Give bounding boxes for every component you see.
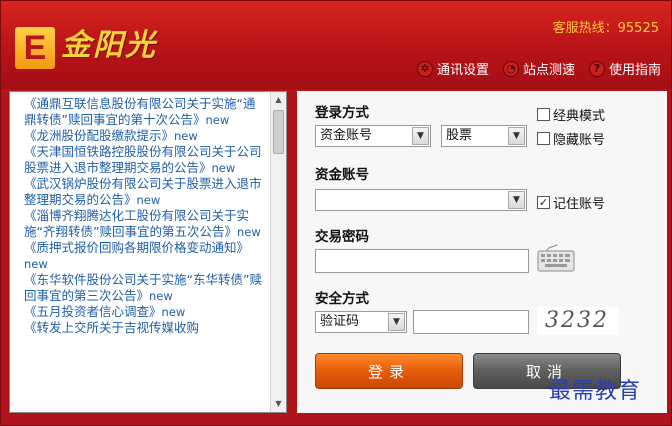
checkbox-icon <box>537 132 550 145</box>
login-method-select[interactable]: 资金账号 ▼ <box>315 125 431 147</box>
header-bar: E 金阳光 客服热线：95525 ✲ 通讯设置 ◔ 站点测速 ? 使用指南 <box>1 1 671 89</box>
chevron-down-icon: ▼ <box>508 191 525 209</box>
market-select[interactable]: 股票 ▼ <box>441 125 527 147</box>
gear-icon: ✲ <box>416 60 433 77</box>
login-button[interactable]: 登录 <box>315 353 463 389</box>
news-scrollbar[interactable]: ▲ ▼ <box>270 92 286 412</box>
login-window: E 金阳光 客服热线：95525 ✲ 通讯设置 ◔ 站点测速 ? 使用指南 《通… <box>0 0 672 426</box>
login-method-label: 登录方式 <box>315 105 369 121</box>
comm-settings-label: 通讯设置 <box>436 63 489 78</box>
security-label: 安全方式 <box>315 291 369 307</box>
user-guide-link[interactable]: ? 使用指南 <box>588 59 661 78</box>
chevron-down-icon: ▼ <box>508 127 525 145</box>
keyboard-icon[interactable] <box>537 243 575 273</box>
logo-icon: E <box>15 27 55 69</box>
speed-icon: ◔ <box>502 60 519 77</box>
news-item[interactable]: 《五月投资者信心调查》new <box>24 304 266 320</box>
chevron-down-icon: ▼ <box>388 313 405 331</box>
news-panel: 《通鼎互联信息股份有限公司关于实施“通鼎转债”赎回事宜的第十次公告》new 《龙… <box>9 91 287 413</box>
scroll-down-icon[interactable]: ▼ <box>271 396 286 412</box>
news-item[interactable]: 《龙洲股份配股缴款提示》new <box>24 128 266 144</box>
news-item[interactable]: 《东华软件股份公司关于实施“东华转债”赎回事宜的第三次公告》new <box>24 272 266 304</box>
speed-test-link[interactable]: ◔ 站点测速 <box>502 59 575 78</box>
password-label: 交易密码 <box>315 229 369 245</box>
news-list: 《通鼎互联信息股份有限公司关于实施“通鼎转债”赎回事宜的第十次公告》new 《龙… <box>10 96 272 412</box>
captcha-image[interactable]: 3232 <box>537 307 619 335</box>
user-guide-label: 使用指南 <box>608 63 661 78</box>
scroll-thumb[interactable] <box>273 110 284 154</box>
login-panel: 登录方式 资金账号 ▼ 股票 ▼ 经典模式 隐藏账号 资金账号 ▼ ✓ 记住账号… <box>297 91 667 413</box>
remember-account-checkbox[interactable]: ✓ 记住账号 <box>537 193 605 212</box>
security-select[interactable]: 验证码 ▼ <box>315 311 407 333</box>
news-item[interactable]: 《武汉锅炉股份有限公司关于股票进入退市整理期交易的公告》new <box>24 176 266 208</box>
news-item[interactable]: 《天津国恒铁路控股股份有限公司关于公司股票进入退市整理期交易的公告》new <box>24 144 266 176</box>
chevron-down-icon: ▼ <box>412 127 429 145</box>
speed-test-label: 站点测速 <box>522 63 575 78</box>
brand-name: 金阳光 <box>61 28 157 63</box>
news-item[interactable]: 《转发上交所关于吉视传媒收购 <box>24 320 266 336</box>
checkbox-checked-icon: ✓ <box>537 196 550 209</box>
checkbox-icon <box>537 108 550 121</box>
hide-account-checkbox[interactable]: 隐藏账号 <box>537 129 605 148</box>
account-input[interactable]: ▼ <box>315 189 527 211</box>
news-item[interactable]: 《通鼎互联信息股份有限公司关于实施“通鼎转债”赎回事宜的第十次公告》new <box>24 96 266 128</box>
hotline-text: 客服热线：95525 <box>552 21 659 36</box>
news-item[interactable]: 《质押式报价回购各期限价格变动通知》new <box>24 240 266 272</box>
captcha-input[interactable] <box>413 310 529 334</box>
password-input[interactable] <box>315 249 529 273</box>
news-item[interactable]: 《淄博齐翔腾达化工股份有限公司关于实施“齐翔转债”赎回事宜的第五次公告》new <box>24 208 266 240</box>
classic-mode-checkbox[interactable]: 经典模式 <box>537 105 605 124</box>
help-icon: ? <box>588 60 605 77</box>
watermark-text: 最需教育 <box>549 379 642 404</box>
top-links: ✲ 通讯设置 ◔ 站点测速 ? 使用指南 <box>416 59 661 78</box>
comm-settings-link[interactable]: ✲ 通讯设置 <box>416 59 489 78</box>
account-label: 资金账号 <box>315 167 369 183</box>
scroll-up-icon[interactable]: ▲ <box>271 92 286 108</box>
